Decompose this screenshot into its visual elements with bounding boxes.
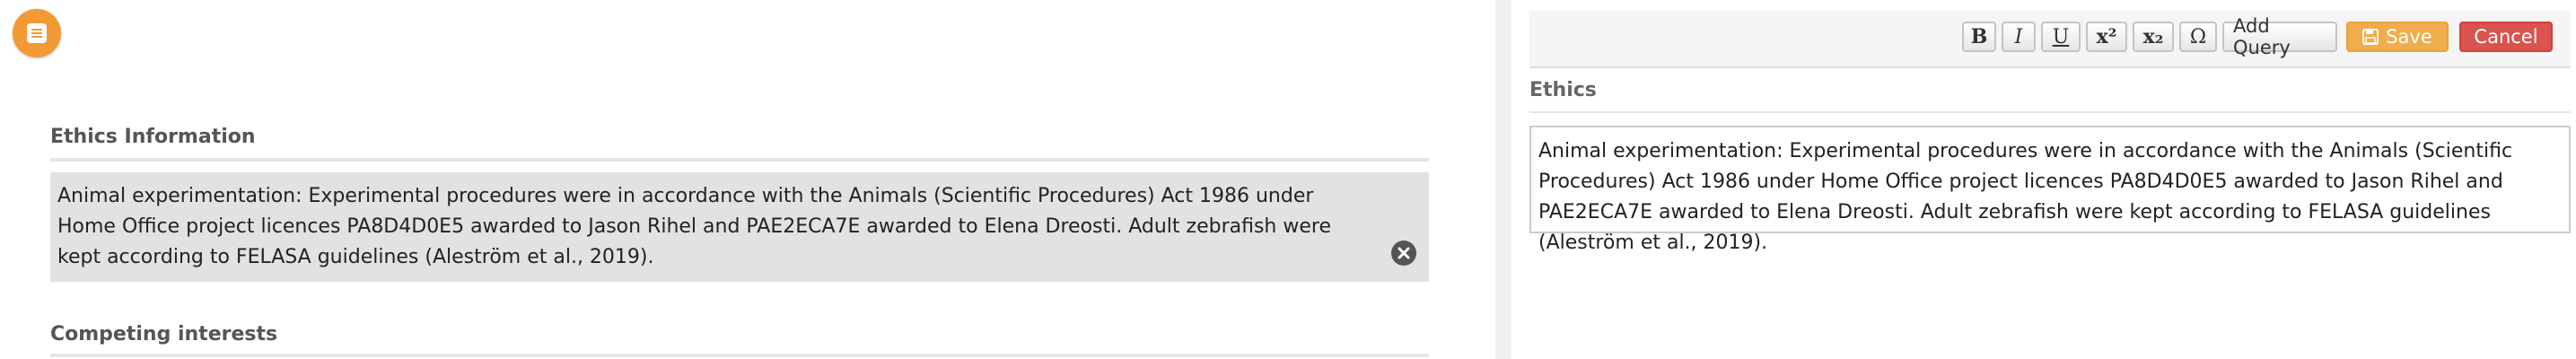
ethics-editor-text: Animal experimentation: Experimental pro… [1538, 140, 2513, 254]
save-label: Save [2386, 26, 2432, 48]
floppy-disk-icon [2362, 29, 2379, 45]
panel-divider[interactable] [1495, 0, 1511, 359]
close-circle-icon[interactable] [1391, 241, 1416, 266]
ethics-information-block[interactable]: Animal experimentation: Experimental pro… [50, 172, 1429, 282]
ethics-text-editor[interactable]: Animal experimentation: Experimental pro… [1529, 126, 2571, 254]
add-query-button[interactable]: Add Query [2222, 15, 2337, 58]
editor-toolbar: B I U x² x₂ Ω Add Query Save Cancel [1529, 11, 2571, 68]
bold-button[interactable]: B [1962, 22, 1996, 52]
edit-panel: B I U x² x₂ Ω Add Query Save Cancel Ethi… [1511, 0, 2576, 359]
underline-button[interactable]: U [2041, 22, 2081, 52]
superscript-button[interactable]: x² [2086, 22, 2127, 52]
ethics-information-text: Animal experimentation: Experimental pro… [57, 185, 1331, 268]
competing-interests-heading: Competing interests [50, 323, 278, 346]
special-character-button[interactable]: Ω [2179, 22, 2217, 52]
section-divider [50, 158, 1429, 162]
section-divider [1529, 111, 2571, 113]
ethics-editor-heading: Ethics [1529, 79, 1597, 101]
article-preview-panel: Ethics Information Animal experimentatio… [0, 0, 1508, 359]
italic-button[interactable]: I [2002, 22, 2036, 52]
section-divider [50, 354, 1429, 357]
ethics-section-heading: Ethics Information [50, 126, 256, 148]
subscript-button[interactable]: x₂ [2133, 22, 2174, 52]
cancel-button[interactable]: Cancel [2459, 22, 2553, 52]
save-button[interactable]: Save [2346, 22, 2449, 52]
